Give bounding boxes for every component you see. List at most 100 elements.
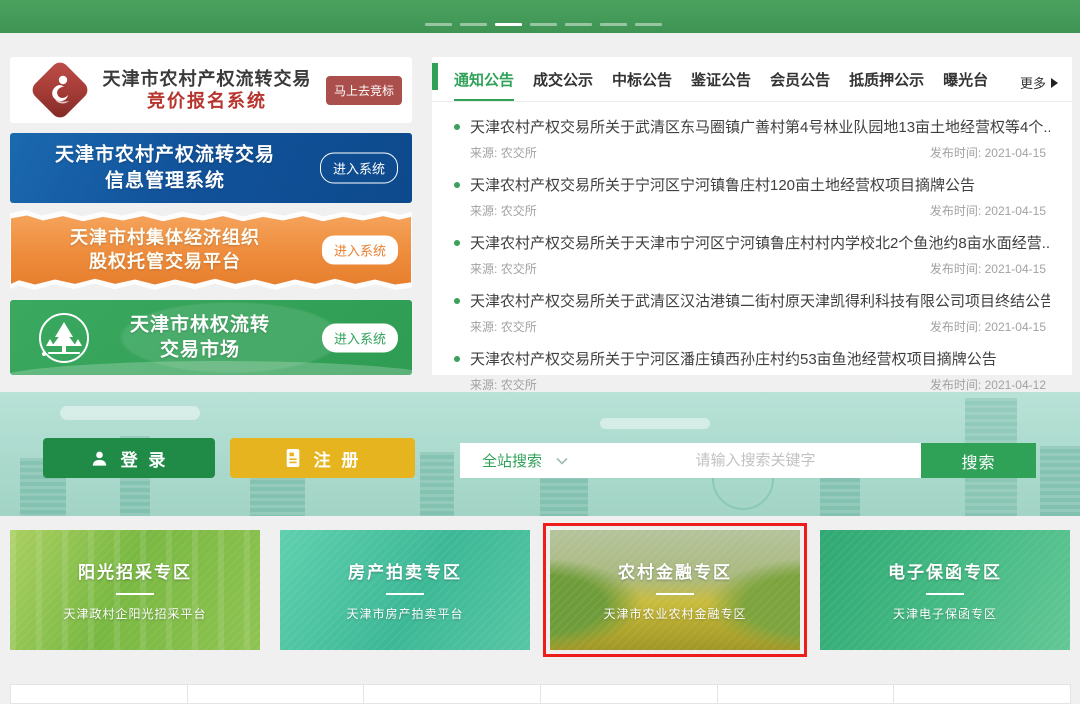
news-item: 天津农村产权交易所关于武清区东马圈镇广善村第4号林业队园地13亩土地经营权等4个… xyxy=(454,108,1050,166)
more-link[interactable]: 更多 xyxy=(1020,73,1058,101)
go-bid-button[interactable]: 马上去竞标 xyxy=(326,76,402,105)
carousel-dash-1[interactable] xyxy=(425,23,452,26)
carousel-dash-4[interactable] xyxy=(530,23,557,26)
zone-card-electronic-guarantee[interactable]: 电子保函专区 天津电子保函专区 xyxy=(820,530,1070,650)
equity-platform-banner[interactable]: 天津市村集体经济组织 股权托管交易平台 进入系统 xyxy=(10,210,412,290)
news-date: 发布时间: 2021-04-15 xyxy=(930,318,1046,335)
zone-subtitle: 天津市农业农村金融专区 xyxy=(603,605,746,622)
tab-mortgage-publicity[interactable]: 抵质押公示 xyxy=(849,67,924,101)
info-system-line1: 天津市农村产权流转交易 xyxy=(10,142,320,168)
more-arrow-icon xyxy=(1051,78,1058,88)
zone-cards: 阳光招采专区 天津政村企阳光招采平台 房产拍卖专区 天津市房产拍卖平台 农村金融… xyxy=(10,530,1070,650)
bidding-system-title: 天津市农村产权流转交易 竞价报名系统 xyxy=(88,68,326,113)
zone-title: 电子保函专区 xyxy=(888,558,1002,583)
strip-cell xyxy=(893,684,1071,704)
news-source: 来源: 农交所 xyxy=(470,260,537,277)
search-input[interactable] xyxy=(590,443,921,478)
news-title[interactable]: 天津农村产权交易所关于武清区汉沽港镇二街村原天津凯得利科技有限公司项目终结公告 xyxy=(470,290,1050,311)
zone-card-sunshine-procurement[interactable]: 阳光招采专区 天津政村企阳光招采平台 xyxy=(10,530,260,650)
news-title[interactable]: 天津农村产权交易所关于宁河区宁河镇鲁庄村120亩土地经营权项目摘牌公告 xyxy=(470,174,975,195)
zone-card-rural-finance-highlighted[interactable]: 农村金融专区 天津市农业农村金融专区 xyxy=(550,530,800,650)
cloud-decoration xyxy=(60,406,200,420)
carousel-indicators xyxy=(425,23,662,26)
carousel-dash-3-active[interactable] xyxy=(495,23,522,26)
news-link[interactable]: 天津农村产权交易所关于宁河区宁河镇鲁庄村120亩土地经营权项目摘牌公告 xyxy=(454,174,1050,195)
carousel-dash-2[interactable] xyxy=(460,23,487,26)
register-label: 注 册 xyxy=(314,446,362,471)
tab-deal-publicity[interactable]: 成交公示 xyxy=(533,67,593,101)
zone-subtitle: 天津政村企阳光招采平台 xyxy=(63,605,206,622)
news-meta: 来源: 农交所 发布时间: 2021-04-15 xyxy=(454,195,1050,219)
strip-cell xyxy=(10,684,188,704)
news-link[interactable]: 天津农村产权交易所关于宁河区潘庄镇西孙庄村约53亩鱼池经营权项目摘牌公告 xyxy=(454,348,1050,369)
search-scope-dropdown[interactable]: 全站搜索 xyxy=(460,443,590,478)
news-item: 天津农村产权交易所关于宁河区潘庄镇西孙庄村约53亩鱼池经营权项目摘牌公告 来源:… xyxy=(454,340,1050,398)
forest-enter-button[interactable]: 进入系统 xyxy=(322,323,398,352)
news-source: 来源: 农交所 xyxy=(470,202,537,219)
tab-certification[interactable]: 鉴证公告 xyxy=(691,67,751,101)
strip-cell xyxy=(540,684,718,704)
bidding-title-line2: 竞价报名系统 xyxy=(88,90,326,113)
forest-rights-banner[interactable]: 天津市林权流转 交易市场 进入系统 xyxy=(10,300,412,375)
notice-tabs: 通知公告 成交公示 中标公告 鉴证公告 会员公告 抵质押公示 曝光台 更多 xyxy=(432,57,1072,102)
news-item: 天津农村产权交易所关于天津市宁河区宁河镇鲁庄村村内学校北2个鱼池约8亩水面经营.… xyxy=(454,224,1050,282)
news-link[interactable]: 天津农村产权交易所关于武清区东马圈镇广善村第4号林业队园地13亩土地经营权等4个… xyxy=(454,116,1050,137)
equity-line1: 天津市村集体经济组织 xyxy=(10,226,320,250)
bullet-icon xyxy=(454,356,460,362)
news-title[interactable]: 天津农村产权交易所关于武清区东马圈镇广善村第4号林业队园地13亩土地经营权等4个… xyxy=(470,116,1050,137)
news-title[interactable]: 天津农村产权交易所关于宁河区潘庄镇西孙庄村约53亩鱼池经营权项目摘牌公告 xyxy=(470,348,997,369)
site-logo-icon xyxy=(29,59,91,121)
carousel-banner xyxy=(0,0,1080,33)
equity-platform-title: 天津市村集体经济组织 股权托管交易平台 xyxy=(10,226,320,275)
news-date: 发布时间: 2021-04-12 xyxy=(930,376,1046,393)
search-button[interactable]: 搜索 xyxy=(921,443,1036,478)
zone-divider xyxy=(386,593,424,595)
building-silhouette xyxy=(540,476,588,516)
info-system-enter-button[interactable]: 进入系统 xyxy=(320,153,398,184)
building-silhouette xyxy=(1040,446,1080,516)
news-title[interactable]: 天津农村产权交易所关于天津市宁河区宁河镇鲁庄村村内学校北2个鱼池约8亩水面经营.… xyxy=(470,232,1050,253)
equity-line2: 股权托管交易平台 xyxy=(10,250,320,274)
bullet-icon xyxy=(454,298,460,304)
news-source: 来源: 农交所 xyxy=(470,318,537,335)
zone-subtitle: 天津市房产拍卖平台 xyxy=(346,605,463,622)
news-link[interactable]: 天津农村产权交易所关于武清区汉沽港镇二街村原天津凯得利科技有限公司项目终结公告 xyxy=(454,290,1050,311)
news-date: 发布时间: 2021-04-15 xyxy=(930,202,1046,219)
search-scope-label: 全站搜索 xyxy=(482,450,542,471)
register-button[interactable]: 注 册 xyxy=(230,438,415,478)
user-icon xyxy=(90,449,109,468)
info-system-line2: 信息管理系统 xyxy=(10,168,320,194)
news-meta: 来源: 农交所 发布时间: 2021-04-15 xyxy=(454,137,1050,161)
cloud-decoration xyxy=(600,418,710,429)
tab-exposure[interactable]: 曝光台 xyxy=(943,67,988,101)
zone-divider xyxy=(116,593,154,595)
info-system-title: 天津市农村产权流转交易 信息管理系统 xyxy=(10,142,320,193)
forest-banner-title: 天津市林权流转 交易市场 xyxy=(80,312,320,363)
chevron-down-icon xyxy=(556,457,568,465)
news-source: 来源: 农交所 xyxy=(470,144,537,161)
bullet-icon xyxy=(454,124,460,130)
equity-enter-button[interactable]: 进入系统 xyxy=(322,236,398,265)
id-card-icon xyxy=(284,448,302,468)
news-list: 天津农村产权交易所关于武清区东马圈镇广善村第4号林业队园地13亩土地经营权等4个… xyxy=(432,102,1072,398)
tab-winning-bid[interactable]: 中标公告 xyxy=(612,67,672,101)
zone-divider xyxy=(926,593,964,595)
info-management-system-banner[interactable]: 天津市农村产权流转交易 信息管理系统 进入系统 xyxy=(10,133,412,203)
news-meta: 来源: 农交所 发布时间: 2021-04-15 xyxy=(454,253,1050,277)
tab-notice-announcements[interactable]: 通知公告 xyxy=(454,67,514,101)
zone-card-real-estate-auction[interactable]: 房产拍卖专区 天津市房产拍卖平台 xyxy=(280,530,530,650)
bidding-system-card[interactable]: 天津市农村产权流转交易 竞价报名系统 马上去竞标 xyxy=(10,57,412,123)
search-bar: 全站搜索 搜索 xyxy=(460,443,1036,478)
login-button[interactable]: 登 录 xyxy=(43,438,215,478)
news-link[interactable]: 天津农村产权交易所关于天津市宁河区宁河镇鲁庄村村内学校北2个鱼池约8亩水面经营.… xyxy=(454,232,1050,253)
carousel-dash-7[interactable] xyxy=(635,23,662,26)
carousel-dash-5[interactable] xyxy=(565,23,592,26)
tab-member[interactable]: 会员公告 xyxy=(770,67,830,101)
carousel-dash-6[interactable] xyxy=(600,23,627,26)
strip-cell xyxy=(187,684,365,704)
building-silhouette xyxy=(420,452,454,516)
zone-title: 农村金融专区 xyxy=(618,558,732,583)
login-label: 登 录 xyxy=(121,446,169,471)
bullet-icon xyxy=(454,182,460,188)
zone-title: 房产拍卖专区 xyxy=(348,558,462,583)
